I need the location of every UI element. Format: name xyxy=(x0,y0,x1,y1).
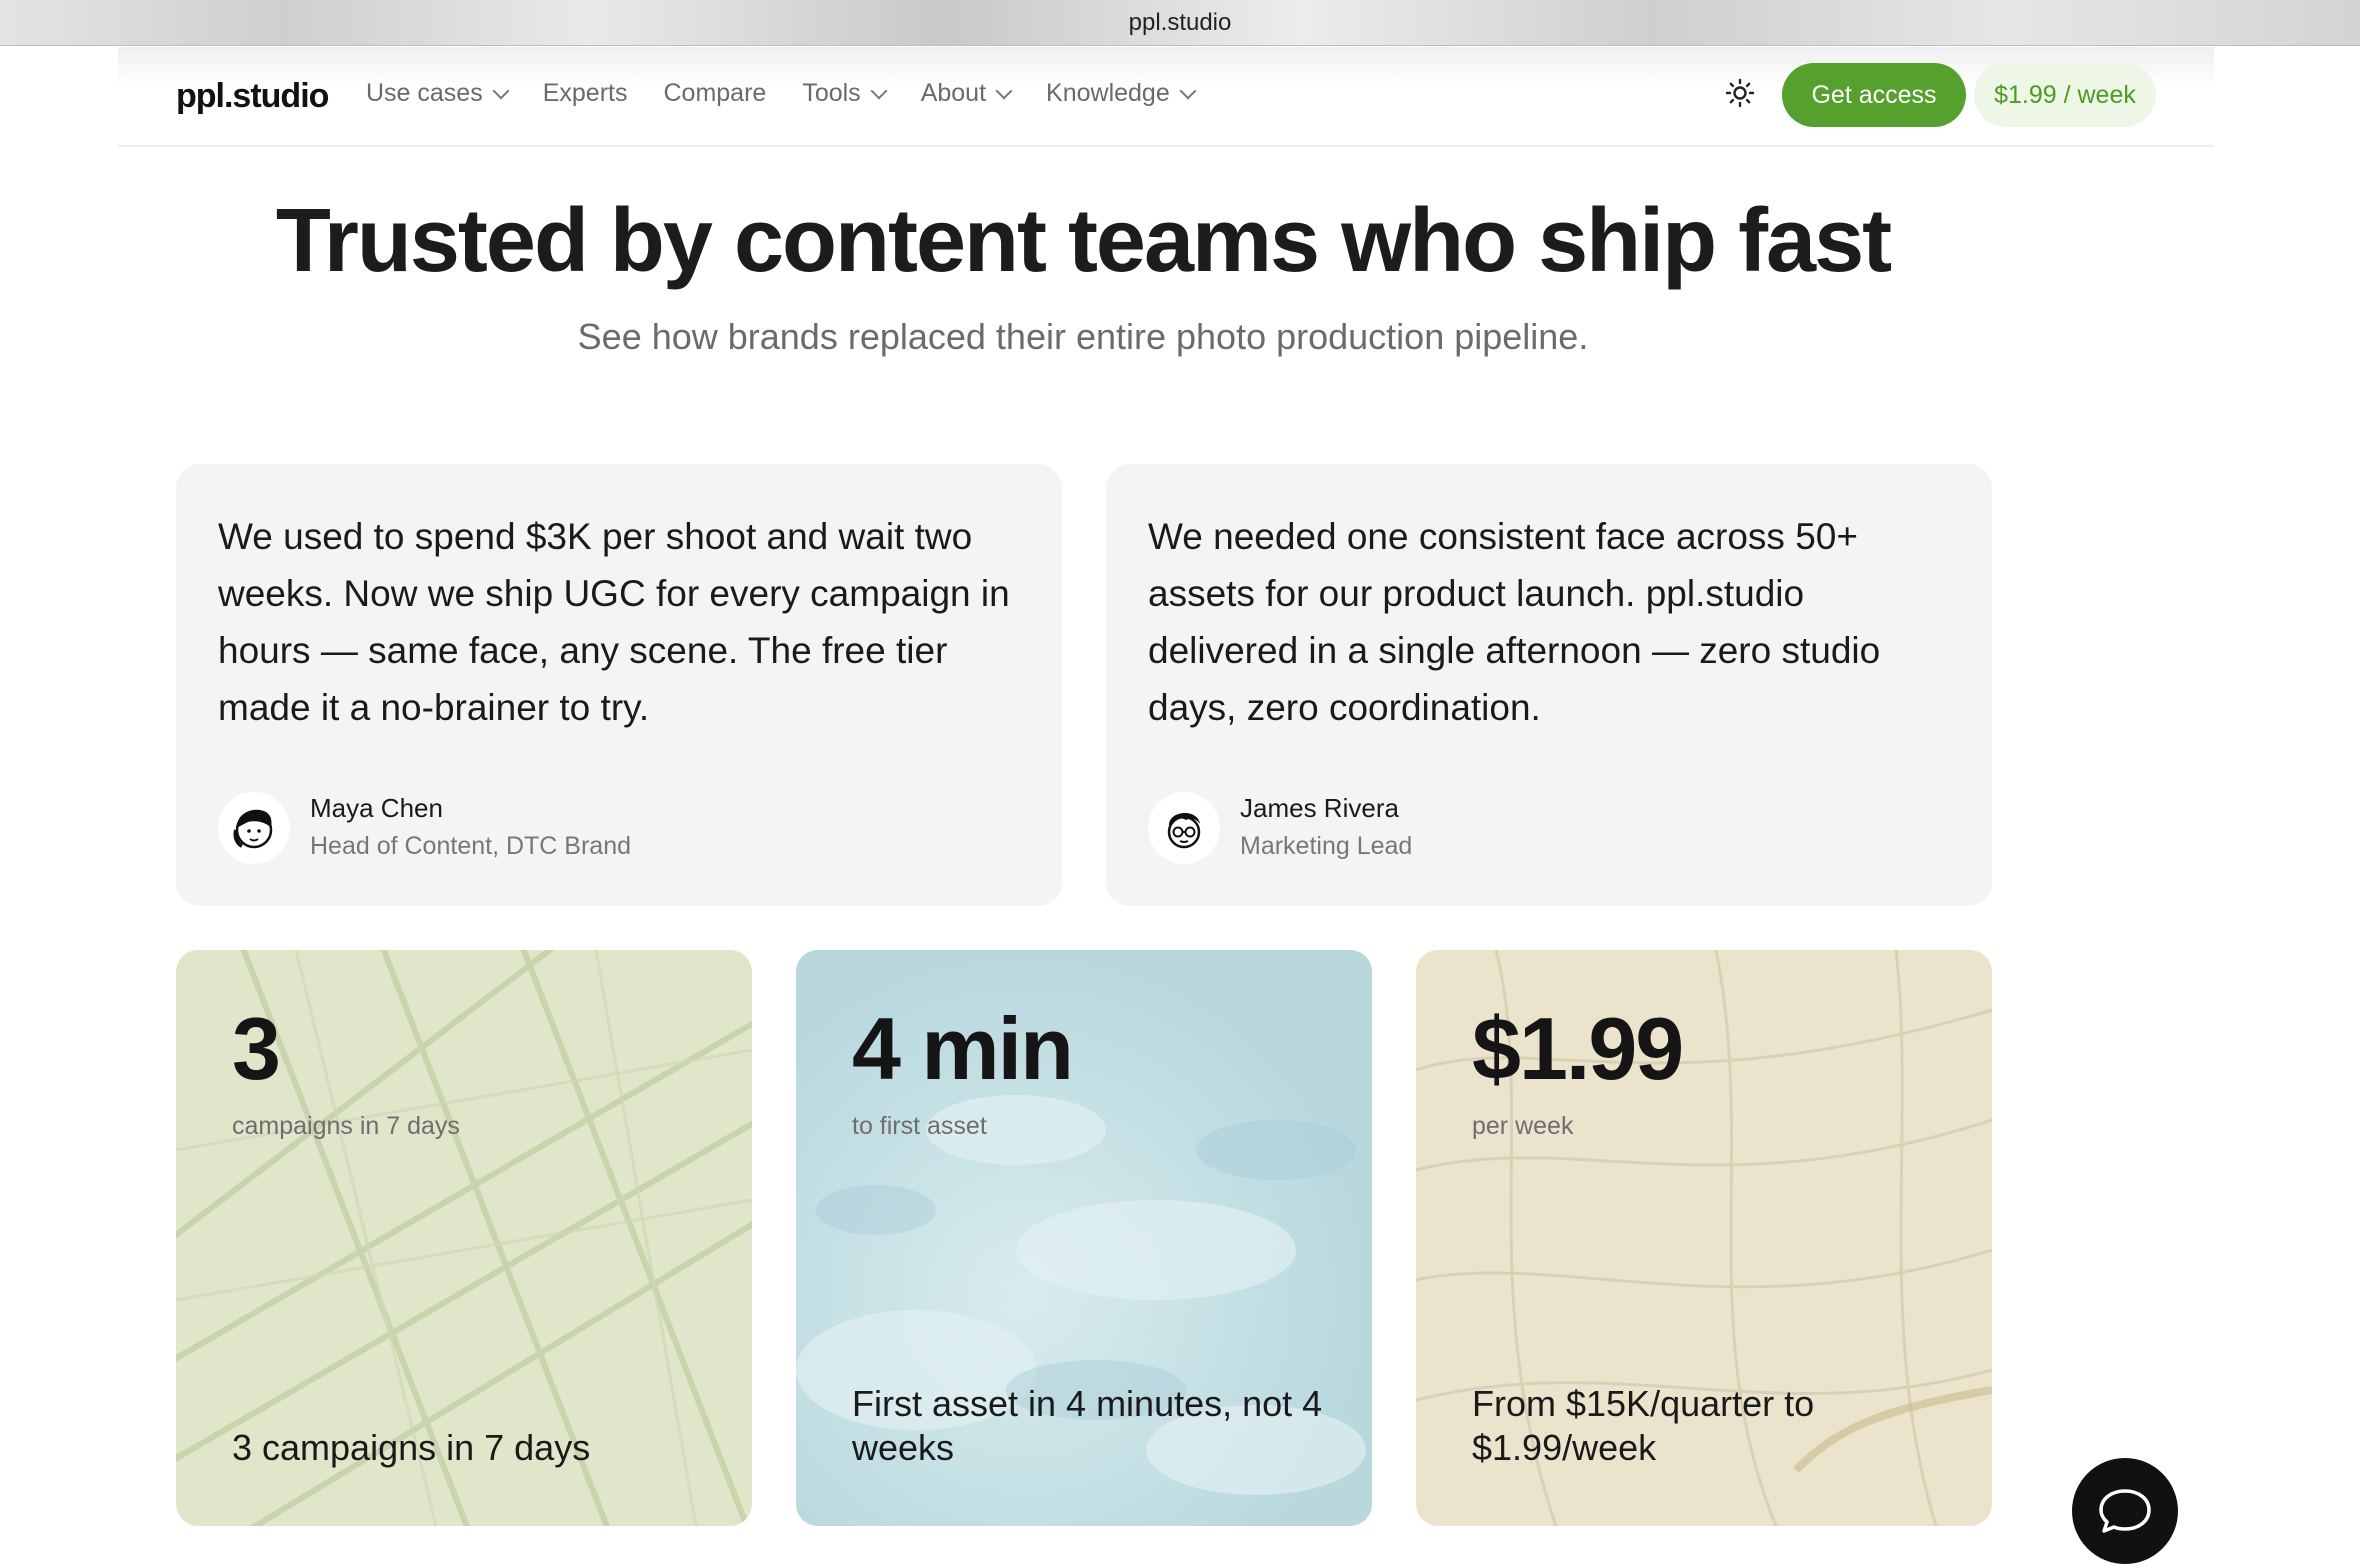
nav-label: Use cases xyxy=(366,79,483,107)
nav-label: Compare xyxy=(663,79,767,107)
nav-tools[interactable]: Tools xyxy=(802,79,888,108)
chevron-down-icon xyxy=(1179,82,1197,99)
stat-card-campaigns: 3 campaigns in 7 days 3 campaigns in 7 d… xyxy=(176,950,752,1526)
page-title: Trusted by content teams who ship fast xyxy=(275,191,1892,291)
price-button[interactable]: $1.99 / week xyxy=(1974,63,2156,127)
testimonial-author: Maya Chen Head of Content, DTC Brand xyxy=(218,790,631,866)
stat-value: $1.99 xyxy=(1472,999,1684,1098)
avatar xyxy=(1148,792,1220,864)
testimonial-quote: We needed one consistent face across 50+… xyxy=(1148,516,1881,728)
nav-experts[interactable]: Experts xyxy=(543,79,628,108)
testimonial-quote: We used to spend $3K per shoot and wait … xyxy=(218,516,1010,728)
nav-label: Knowledge xyxy=(1046,79,1170,107)
site-logo[interactable]: ppl.studio xyxy=(176,77,329,116)
nav-label: About xyxy=(920,79,987,107)
nav-knowledge[interactable]: Knowledge xyxy=(1046,79,1197,108)
author-role: Head of Content, DTC Brand xyxy=(310,832,631,860)
stat-label: campaigns in 7 days xyxy=(232,1112,460,1140)
author-name: James Rivera xyxy=(1240,793,1399,823)
nav-label: Experts xyxy=(542,79,628,107)
browser-url[interactable]: ppl.studio xyxy=(1129,9,1232,37)
chevron-down-icon xyxy=(995,82,1013,99)
main-nav: Use cases Experts Compare Tools About Kn… xyxy=(366,79,1230,108)
stat-card-price: $1.99 per week From $15K/quarter to $1.9… xyxy=(1416,950,1992,1526)
sun-icon xyxy=(1725,78,1755,108)
avatar xyxy=(218,792,290,864)
stat-caption: 3 campaigns in 7 days xyxy=(232,1427,591,1468)
testimonial-card: We used to spend $3K per shoot and wait … xyxy=(176,464,1062,906)
stat-value: 4 min xyxy=(852,999,1074,1098)
stat-caption: First asset in 4 minutes, not 4 weeks xyxy=(852,1383,1323,1468)
page-subtitle: See how brands replaced their entire pho… xyxy=(577,316,1589,357)
chat-bubble-icon xyxy=(2099,1489,2151,1533)
nav-label: Tools xyxy=(802,79,861,107)
get-access-button[interactable]: Get access xyxy=(1782,63,1966,127)
site-header: ppl.studio Use cases Experts Compare Too… xyxy=(118,47,2214,147)
testimonial-card: We needed one consistent face across 50+… xyxy=(1106,464,1992,906)
nav-about[interactable]: About xyxy=(920,79,1013,108)
person-avatar-icon xyxy=(1167,812,1201,849)
stat-caption: From $15K/quarter to $1.99/week xyxy=(1472,1383,1815,1468)
chevron-down-icon xyxy=(492,82,510,99)
author-name: Maya Chen xyxy=(310,793,443,823)
theme-toggle-button[interactable] xyxy=(1722,75,1758,111)
chevron-down-icon xyxy=(870,82,888,99)
nav-compare[interactable]: Compare xyxy=(663,79,766,108)
stat-value: 3 xyxy=(232,999,281,1098)
author-role: Marketing Lead xyxy=(1240,832,1413,860)
person-avatar-icon xyxy=(233,809,273,849)
stat-card-time: 4 min to first asset First asset in 4 mi… xyxy=(796,950,1372,1526)
testimonial-author: James Rivera Marketing Lead xyxy=(1148,790,1412,866)
stat-label: to first asset xyxy=(852,1112,987,1140)
stat-label: per week xyxy=(1472,1112,1574,1140)
browser-address-bar[interactable]: ppl.studio xyxy=(0,0,2360,46)
nav-use-cases[interactable]: Use cases xyxy=(366,79,510,108)
chat-button[interactable] xyxy=(2072,1458,2178,1564)
